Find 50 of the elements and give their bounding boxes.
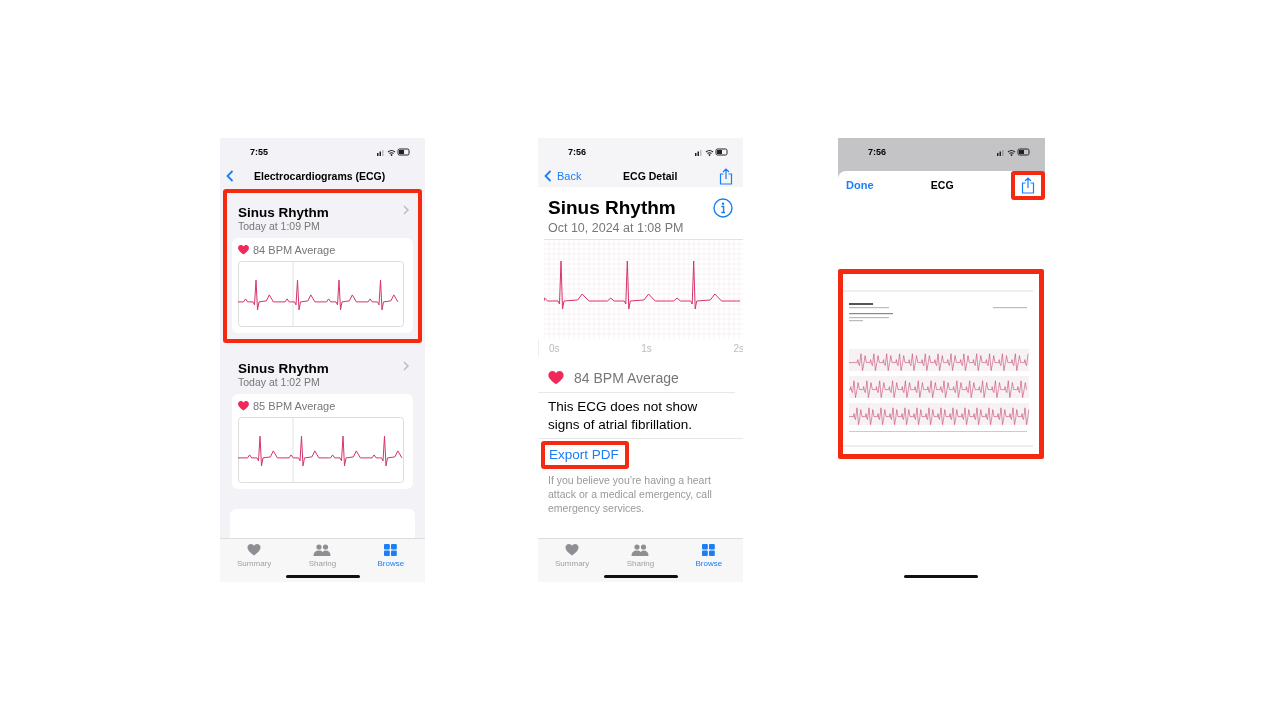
info-icon[interactable] [713,198,733,218]
status-time: 7:56 [568,146,586,157]
export-pdf-button[interactable]: Export PDF [541,441,629,470]
share-icon[interactable] [719,167,733,185]
time-axis-label: 0s [549,343,560,356]
bpm-average: 84 BPM Average [574,370,679,386]
record-time: Today at 1:09 PM [238,220,321,232]
status-icons [377,147,411,156]
record-title: Sinus Rhythm [238,361,329,376]
tab-bar-item[interactable]: Summary [234,544,275,582]
ecg-result-text: This ECG does not show signs of atrial fibrillation. [538,393,743,440]
back-chevron-icon [544,170,552,182]
tab-bar-item[interactable]: Summary [552,544,593,582]
time-axis-label: 2s [733,343,743,356]
rhythm-heading: Sinus Rhythm [548,197,676,219]
grid-icon [384,544,398,556]
status-icons [695,147,729,156]
grid-icon [702,544,716,556]
share-button[interactable] [1011,170,1045,200]
recording-date: Oct 10, 2024 at 1:08 PM [547,220,685,237]
screen-title: Electrocardiograms (ECG) [254,170,386,182]
record-time: Today at 1:02 PM [238,376,321,388]
back-chevron-icon[interactable] [226,170,234,182]
tab-bar-item[interactable]: Browse [370,544,411,582]
bpm-average: 84 BPM Average [253,244,336,256]
people-icon [313,544,332,556]
bpm-average: 85 BPM Average [253,400,336,412]
done-button[interactable]: Done [846,179,874,191]
people-icon [631,544,650,556]
screen-title: ECG [930,179,954,191]
emergency-note: If you believe you’re having a heart attack or a medical emergency, call emergency services. [547,473,713,516]
heart-icon [238,401,249,411]
status-time: 7:56 [868,146,886,157]
record-title: Sinus Rhythm [238,205,329,220]
tab-bar-item[interactable]: Browse [688,544,729,582]
status-time: 7:55 [250,146,268,157]
chevron-icon [403,361,409,371]
share-icon [1021,176,1035,194]
ecg-record-card[interactable]: Sinus Rhythm Today at 1:09 PM 84 BPM Average [223,189,422,343]
status-icons [997,147,1031,156]
heart-icon [238,245,249,255]
heart-icon [548,371,564,385]
back-button[interactable]: Back [542,170,582,182]
heart-icon [247,544,262,556]
tab-bar-item[interactable]: Sharing [620,544,661,582]
time-axis-label: 1s [641,343,652,356]
chevron-icon [403,205,409,215]
heart-icon [565,544,580,556]
tab-bar-item[interactable]: Sharing [302,544,343,582]
screen-title: ECG Detail [623,170,678,182]
